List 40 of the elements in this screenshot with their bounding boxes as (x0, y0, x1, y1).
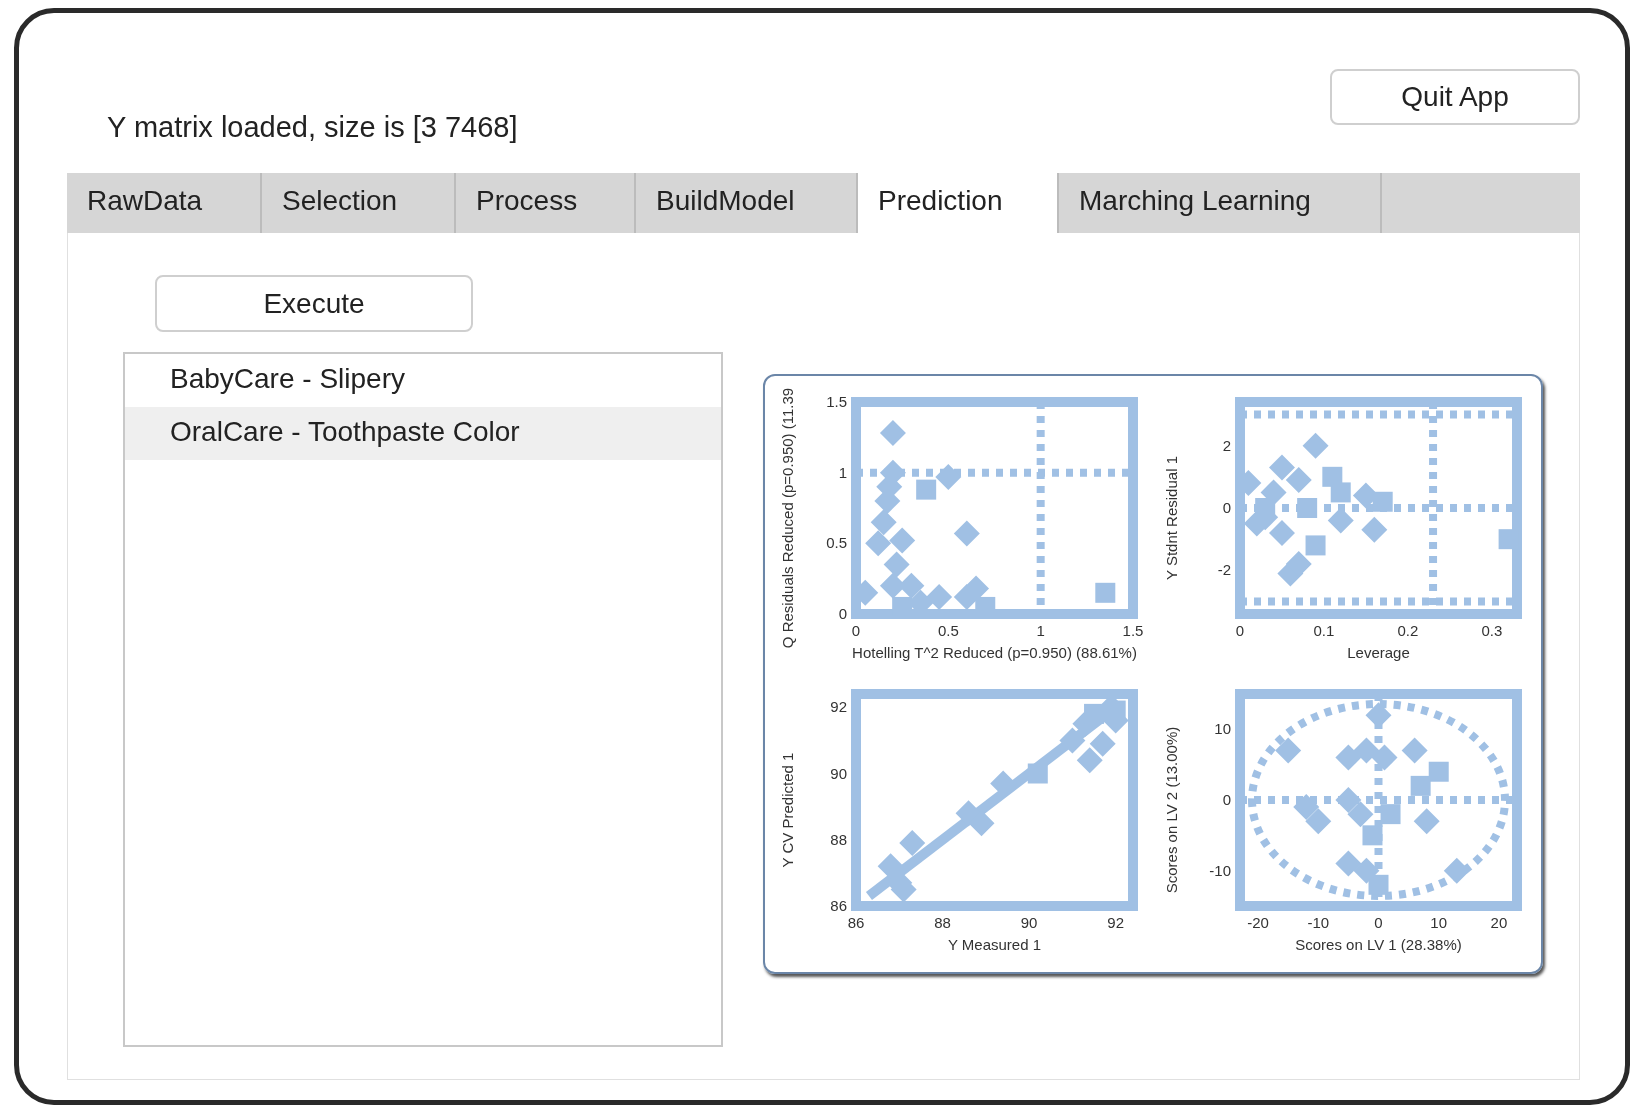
x-axis-title: Y Measured 1 (947, 936, 1042, 953)
tick-label: 2 (1222, 436, 1231, 454)
tick-label: 0 (1222, 499, 1231, 516)
tick-label: -10 (1209, 861, 1231, 879)
x-axis-title: Hotelling T^2 Reduced (p=0.950) (88.61%) (852, 644, 1137, 661)
y-axis-title: Scores on LV 2 (13.00%) (1163, 726, 1180, 894)
tick-label: 90 (830, 764, 847, 782)
tick-label: 10 (1430, 914, 1448, 931)
tick-label: 92 (1107, 914, 1125, 931)
tick-label: 0 (1235, 622, 1245, 639)
tick-label: 92 (830, 698, 847, 716)
tick-label: 88 (934, 914, 951, 931)
tick-label: 86 (830, 897, 847, 914)
status-message: Y matrix loaded, size is [3 7468] (107, 111, 518, 144)
tick-label: 88 (830, 830, 847, 848)
x-axis-title: Scores on LV 1 (28.38%) (1295, 936, 1462, 953)
tick-label: -10 (1307, 914, 1330, 931)
tick-label: 1.5 (1122, 622, 1144, 639)
y-axis-title: Q Residuals Reduced (p=0.950) (11.39 (779, 387, 796, 649)
tick-label: 20 (1490, 914, 1508, 931)
tick-label: 0.1 (1313, 622, 1335, 639)
x-axis-title: Leverage (1347, 644, 1410, 661)
tick-label: -2 (1217, 561, 1231, 579)
tick-label: 1 (838, 463, 847, 481)
tick-label: 0 (851, 622, 861, 639)
tick-label: -20 (1247, 914, 1269, 931)
y-axis-title: Y CV Predicted 1 (779, 752, 796, 868)
tick-label: 1 (1036, 622, 1045, 639)
tick-label: 0 (838, 605, 847, 622)
tick-label: 0.5 (826, 534, 847, 552)
tick-label: 90 (1020, 914, 1038, 931)
tick-label: 10 (1214, 720, 1231, 738)
tick-label: 0 (1222, 791, 1231, 808)
tick-label: 0.2 (1397, 622, 1419, 639)
tick-label: 86 (847, 914, 865, 931)
tick-label: 0.5 (937, 622, 959, 639)
y-axis-title: Y Stdnt Residual 1 (1163, 456, 1180, 580)
tick-label: 1.5 (826, 393, 847, 410)
tick-label: 0 (1374, 914, 1383, 931)
tick-label: 0.3 (1481, 622, 1503, 639)
